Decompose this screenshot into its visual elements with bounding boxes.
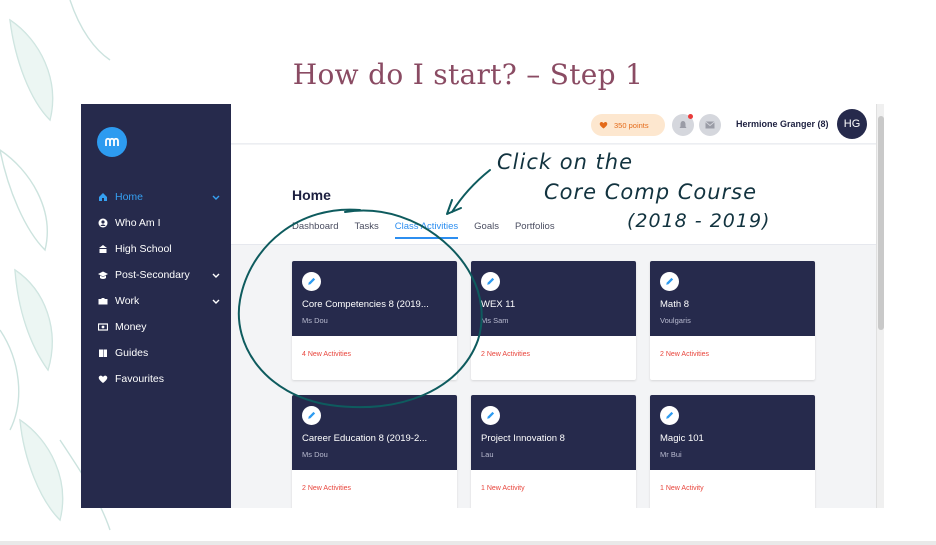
slide: How do I start? – Step 1 Home Who Am I H… <box>0 0 936 545</box>
card-header: Core Competencies 8 (2019... Ms Dou <box>292 261 457 336</box>
sidebar-item-home[interactable]: Home <box>81 184 231 210</box>
sidebar-item-who-am-i[interactable]: Who Am I <box>81 210 231 236</box>
divider <box>0 541 936 545</box>
card-title: Career Education 8 (2019-2... <box>302 433 428 444</box>
card-teacher: Ms Dou <box>302 316 328 325</box>
app-screenshot: Home Who Am I High School Post-Secondary <box>81 104 884 508</box>
user-name[interactable]: Hermione Granger (8) <box>736 119 829 129</box>
class-card[interactable]: Career Education 8 (2019-2... Ms Dou 2 N… <box>292 395 457 508</box>
new-activities-count: 1 New Activity <box>660 485 704 492</box>
graduation-cap-icon <box>97 270 108 281</box>
sidebar-item-label: Who Am I <box>115 217 161 229</box>
sidebar-item-label: Work <box>115 295 140 307</box>
pencil-icon <box>660 272 679 291</box>
card-teacher: Ms Sam <box>481 316 509 325</box>
card-title: Project Innovation 8 <box>481 433 565 444</box>
card-header: Career Education 8 (2019-2... Ms Dou <box>292 395 457 470</box>
avatar[interactable]: HG <box>837 109 867 139</box>
sidebar-item-work[interactable]: Work <box>81 288 231 314</box>
sidebar-item-label: Post-Secondary <box>115 269 190 281</box>
slide-title: How do I start? – Step 1 <box>292 58 644 91</box>
sidebar-item-label: Guides <box>115 347 149 359</box>
sidebar-item-label: Favourites <box>115 373 165 385</box>
sidebar-item-guides[interactable]: Guides <box>81 340 231 366</box>
scrollbar-thumb[interactable] <box>878 116 884 330</box>
heart-icon <box>599 121 608 129</box>
sidebar-item-money[interactable]: Money <box>81 314 231 340</box>
pencil-icon <box>302 272 321 291</box>
card-header: WEX 11 Ms Sam <box>471 261 636 336</box>
person-icon <box>97 218 108 229</box>
pencil-icon <box>481 406 500 425</box>
new-activities-count: 1 New Activity <box>481 485 525 492</box>
card-header: Magic 101 Mr Bui <box>650 395 815 470</box>
card-teacher: Voulgaris <box>660 316 691 325</box>
bell-icon <box>679 121 687 128</box>
class-card[interactable]: Core Competencies 8 (2019... Ms Dou 4 Ne… <box>292 261 457 380</box>
home-icon <box>97 192 108 203</box>
card-title: Magic 101 <box>660 433 704 444</box>
tab-portfolios[interactable]: Portfolios <box>515 221 555 238</box>
messages-button[interactable] <box>699 114 721 136</box>
pencil-icon <box>302 406 321 425</box>
book-icon <box>97 348 108 359</box>
money-icon <box>97 322 108 333</box>
tab-goals[interactable]: Goals <box>474 221 499 238</box>
card-title: Math 8 <box>660 299 690 310</box>
top-bar: 350 points Hermione Granger (8) HG <box>231 104 876 144</box>
new-activities-count: 2 New Activities <box>660 351 710 358</box>
card-title: Core Competencies 8 (2019... <box>302 299 429 310</box>
notification-dot <box>688 114 693 119</box>
tab-class-activities[interactable]: Class Activities <box>394 221 459 239</box>
card-header: Project Innovation 8 Lau <box>471 395 636 470</box>
school-icon <box>97 244 108 255</box>
sidebar-item-label: Home <box>115 191 144 203</box>
handwritten-note-line: Click on the <box>497 150 634 174</box>
page-title: Home <box>292 187 331 203</box>
sidebar-item-label: Money <box>115 321 147 333</box>
sidebar-item-favourites[interactable]: Favourites <box>81 366 231 392</box>
card-teacher: Ms Dou <box>302 450 328 459</box>
sidebar-nav: Home Who Am I High School Post-Secondary <box>81 184 231 392</box>
notifications-button[interactable] <box>672 114 694 136</box>
sidebar-item-label: High School <box>115 243 172 255</box>
handwritten-note-line: (2018 - 2019) <box>627 210 771 232</box>
pencil-icon <box>481 272 500 291</box>
class-card[interactable]: Magic 101 Mr Bui 1 New Activity <box>650 395 815 508</box>
scrollbar[interactable] <box>876 104 884 508</box>
new-activities-count: 2 New Activities <box>481 351 531 358</box>
class-card[interactable]: WEX 11 Ms Sam 2 New Activities <box>471 261 636 380</box>
new-activities-count: 4 New Activities <box>302 351 352 358</box>
chevron-down-icon <box>212 195 220 200</box>
heart-icon <box>97 374 108 385</box>
class-card[interactable]: Math 8 Voulgaris 2 New Activities <box>650 261 815 380</box>
sidebar-item-high-school[interactable]: High School <box>81 236 231 262</box>
envelope-icon <box>705 121 715 129</box>
card-teacher: Mr Bui <box>660 450 682 459</box>
handwritten-note-line: Core Comp Course <box>544 180 758 204</box>
points-label: 350 points <box>614 120 649 130</box>
tab-bar: Dashboard Tasks Class Activities Goals P… <box>292 221 571 239</box>
card-title: WEX 11 <box>481 299 516 310</box>
class-card[interactable]: Project Innovation 8 Lau 1 New Activity <box>471 395 636 508</box>
briefcase-icon <box>97 296 108 307</box>
card-header: Math 8 Voulgaris <box>650 261 815 336</box>
sidebar: Home Who Am I High School Post-Secondary <box>81 104 231 508</box>
card-teacher: Lau <box>481 450 494 459</box>
chevron-down-icon <box>212 273 220 278</box>
new-activities-count: 2 New Activities <box>302 485 352 492</box>
m-logo-icon[interactable] <box>97 127 127 157</box>
chevron-down-icon <box>212 299 220 304</box>
sidebar-item-post-secondary[interactable]: Post-Secondary <box>81 262 231 288</box>
pencil-icon <box>660 406 679 425</box>
points-badge[interactable]: 350 points <box>591 114 665 136</box>
tab-dashboard[interactable]: Dashboard <box>292 221 338 238</box>
tab-tasks[interactable]: Tasks <box>354 221 378 238</box>
